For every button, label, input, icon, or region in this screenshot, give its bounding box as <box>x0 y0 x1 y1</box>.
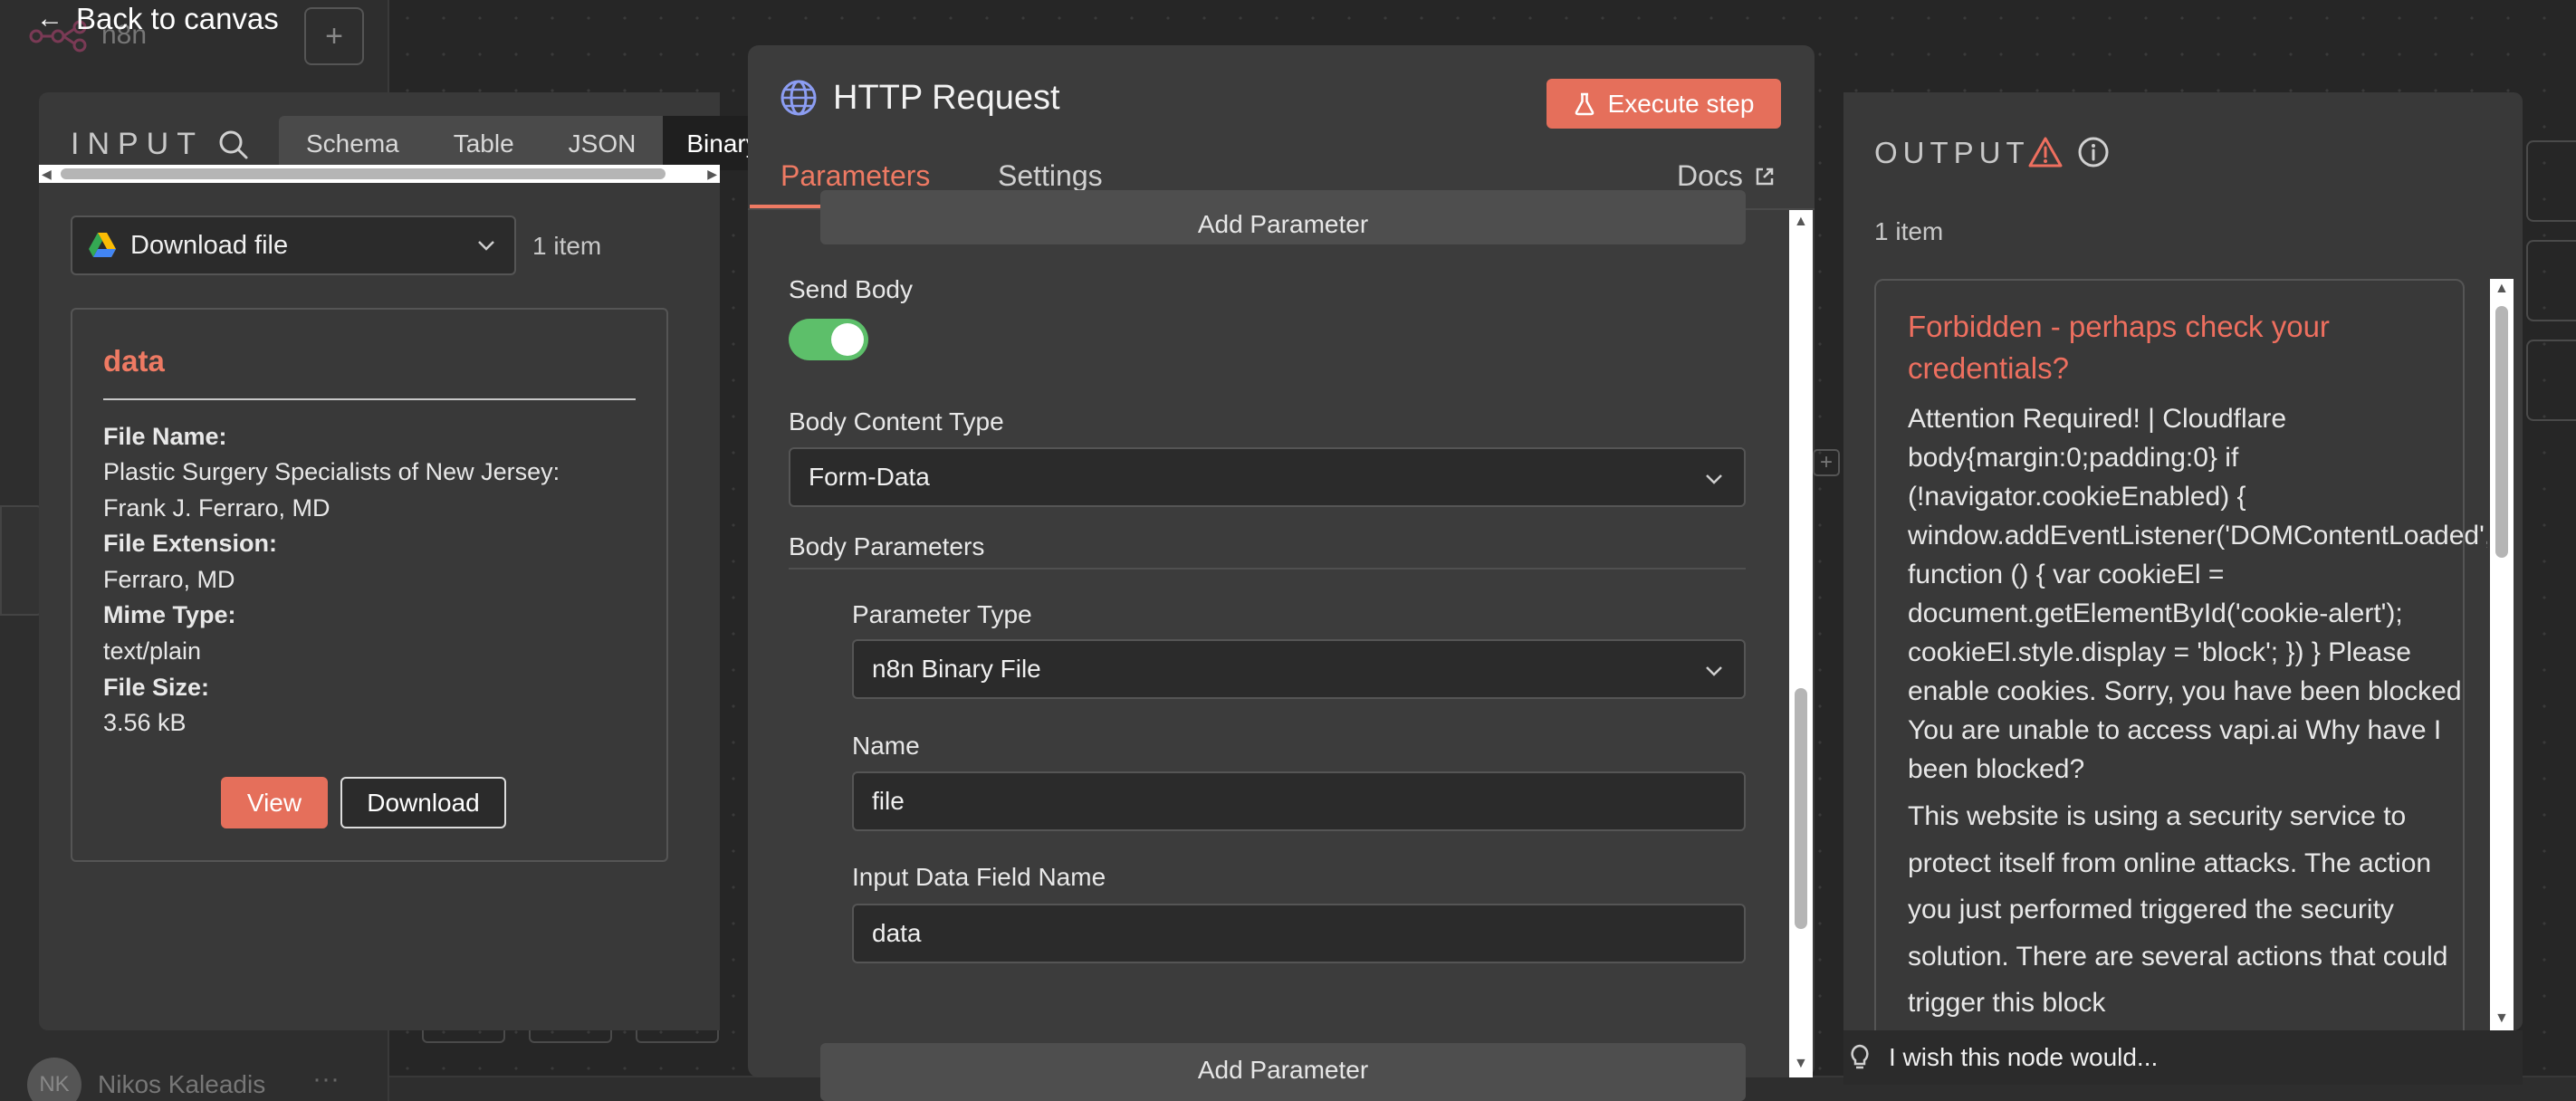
feedback-prompt[interactable]: I wish this node would... <box>1843 1030 2523 1085</box>
tab-parameters[interactable]: Parameters <box>780 159 930 193</box>
download-button[interactable]: Download <box>340 777 506 828</box>
error-description: Attention Required! | Cloudflare body{ma… <box>1908 404 2487 784</box>
info-icon[interactable] <box>2077 136 2110 168</box>
lightbulb-icon <box>1851 1044 1869 1069</box>
canvas-side-button <box>2526 240 2576 321</box>
parameter-type-value: n8n Binary File <box>872 655 1041 683</box>
arrow-left-icon: ← <box>36 4 63 34</box>
file-extension-label: File Extension: <box>103 530 278 557</box>
execute-step-label: Execute step <box>1607 89 1755 118</box>
output-item-count: 1 item <box>1874 217 1944 245</box>
file-name-label: File Name: <box>103 423 227 450</box>
add-connection-icon[interactable]: + <box>1813 449 1840 476</box>
input-panel-title: INPUT <box>71 127 204 161</box>
file-size-value: 3.56 kB <box>103 709 187 736</box>
divider <box>789 568 1746 570</box>
add-parameter-button[interactable]: Add Parameter <box>820 190 1746 244</box>
add-parameter-button[interactable]: Add Parameter <box>820 1043 1746 1101</box>
tab-json[interactable]: JSON <box>541 116 664 170</box>
docs-link[interactable]: Docs <box>1677 159 1776 193</box>
search-icon[interactable] <box>215 127 252 163</box>
input-item-count: 1 item <box>532 232 602 260</box>
tab-binary[interactable]: Binary <box>663 116 758 170</box>
canvas-side-button <box>2526 140 2576 222</box>
name-input[interactable]: file <box>852 771 1746 831</box>
parameter-type-label: Parameter Type <box>852 600 1032 628</box>
external-link-icon <box>1756 168 1774 185</box>
send-body-label: Send Body <box>789 275 913 303</box>
execute-step-button[interactable]: Execute step <box>1547 79 1781 129</box>
chevron-down-icon <box>478 241 494 251</box>
parameters-scrollbar[interactable]: ▲ ▼ <box>1789 210 1813 1077</box>
tab-table[interactable]: Table <box>426 116 541 170</box>
input-data-field-name-label: Input Data Field Name <box>852 863 1106 891</box>
user-name: Nikos Kaleadis <box>98 1070 266 1098</box>
body-content-type-value: Form-Data <box>809 463 930 491</box>
back-to-canvas-link[interactable]: ← Back to canvas <box>36 2 279 36</box>
output-panel-title: OUTPUT <box>1874 136 2030 169</box>
error-details: This website is using a security service… <box>1908 801 2448 1018</box>
mime-type-label: Mime Type: <box>103 601 236 628</box>
send-body-toggle[interactable] <box>789 319 868 360</box>
canvas-side-button <box>2526 340 2576 421</box>
user-menu[interactable]: NK Nikos Kaleadis <box>27 1058 265 1101</box>
file-size-label: File Size: <box>103 674 210 701</box>
binary-title: data <box>103 344 165 378</box>
ellipsis-icon[interactable]: ··· <box>312 1064 340 1095</box>
tab-schema[interactable]: Schema <box>279 116 426 170</box>
add-node-button[interactable]: + <box>304 7 364 65</box>
body-content-type-select[interactable]: Form-Data <box>789 447 1746 507</box>
name-label: Name <box>852 732 920 760</box>
avatar: NK <box>27 1058 81 1101</box>
body-content-type-label: Body Content Type <box>789 407 1004 436</box>
node-title: HTTP Request <box>833 79 1060 117</box>
mime-type-value: text/plain <box>103 637 202 665</box>
feedback-label: I wish this node would... <box>1889 1043 2159 1071</box>
file-extension-value: Ferraro, MD <box>103 566 235 593</box>
chevron-down-icon <box>1706 474 1722 484</box>
horizontal-scrollbar[interactable]: ◀ ▶ <box>39 165 720 183</box>
input-data-field-name-input[interactable]: data <box>852 904 1746 963</box>
input-node-select-value: Download file <box>130 230 289 260</box>
body-parameters-heading: Body Parameters <box>789 532 985 560</box>
docs-label: Docs <box>1677 159 1743 192</box>
parameter-type-select[interactable]: n8n Binary File <box>852 639 1746 699</box>
chevron-down-icon <box>1706 666 1722 676</box>
view-button[interactable]: View <box>221 777 328 828</box>
tab-settings[interactable]: Settings <box>998 159 1103 193</box>
divider <box>103 398 636 400</box>
file-name-value: Plastic Surgery Specialists of New Jerse… <box>103 458 560 522</box>
input-view-tabs: Schema Table JSON Binary <box>279 116 758 170</box>
back-to-canvas-label: Back to canvas <box>76 2 279 35</box>
warning-icon <box>2028 137 2063 168</box>
google-drive-icon <box>89 233 116 257</box>
output-scrollbar[interactable]: ▲ ▼ <box>2490 279 2514 1030</box>
flask-icon <box>1575 92 1594 115</box>
input-node-select[interactable]: Download file <box>71 215 516 275</box>
globe-icon <box>780 80 817 116</box>
error-title: Forbidden - perhaps check your credentia… <box>1908 310 2330 385</box>
